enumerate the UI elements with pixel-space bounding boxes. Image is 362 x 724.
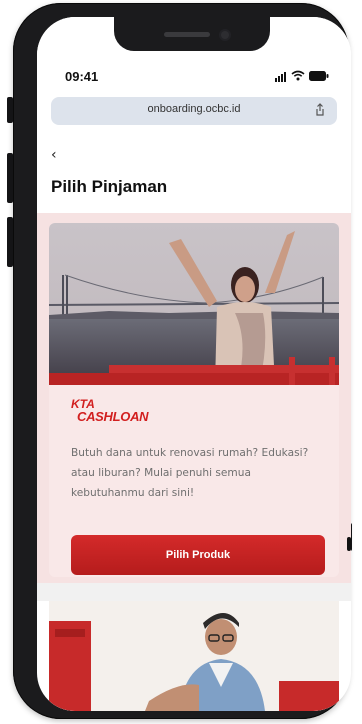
signal-icon: [275, 69, 287, 82]
status-icons: [275, 69, 329, 82]
battery-icon: [309, 70, 329, 81]
back-icon[interactable]: ‹: [51, 147, 57, 163]
share-icon[interactable]: [313, 103, 327, 117]
notch: [114, 17, 270, 51]
volume-up-button: [7, 153, 13, 203]
mute-switch: [7, 97, 13, 123]
second-card-photo: [49, 601, 339, 711]
url-text: onboarding.ocbc.id: [147, 103, 241, 115]
kta-cashloan-logo: KTA CASHLOAN: [71, 397, 149, 424]
volume-down-button: [7, 217, 13, 267]
hero-photo: [49, 223, 339, 385]
product-section: KTA CASHLOAN Butuh dana untuk renovasi r…: [37, 213, 351, 583]
status-time: 09:41: [65, 69, 99, 84]
pilih-produk-button[interactable]: Pilih Produk: [71, 535, 325, 575]
scroll-indicator: [347, 537, 351, 551]
speaker: [164, 32, 210, 37]
phone-frame: 09:41 onboarding.ocbc.id ‹ Pilih Pinjama…: [7, 3, 352, 719]
page-title: Pilih Pinjaman: [51, 177, 168, 196]
card-gap: [37, 583, 351, 601]
address-bar[interactable]: onboarding.ocbc.id: [51, 97, 337, 125]
phone-screen: 09:41 onboarding.ocbc.id ‹ Pilih Pinjama…: [37, 17, 351, 711]
second-product-card[interactable]: [49, 601, 339, 711]
wifi-icon: [291, 70, 305, 81]
product-card[interactable]: KTA CASHLOAN Butuh dana untuk renovasi r…: [49, 223, 339, 577]
front-camera: [221, 31, 229, 39]
product-description: Butuh dana untuk renovasi rumah? Edukasi…: [71, 447, 309, 499]
